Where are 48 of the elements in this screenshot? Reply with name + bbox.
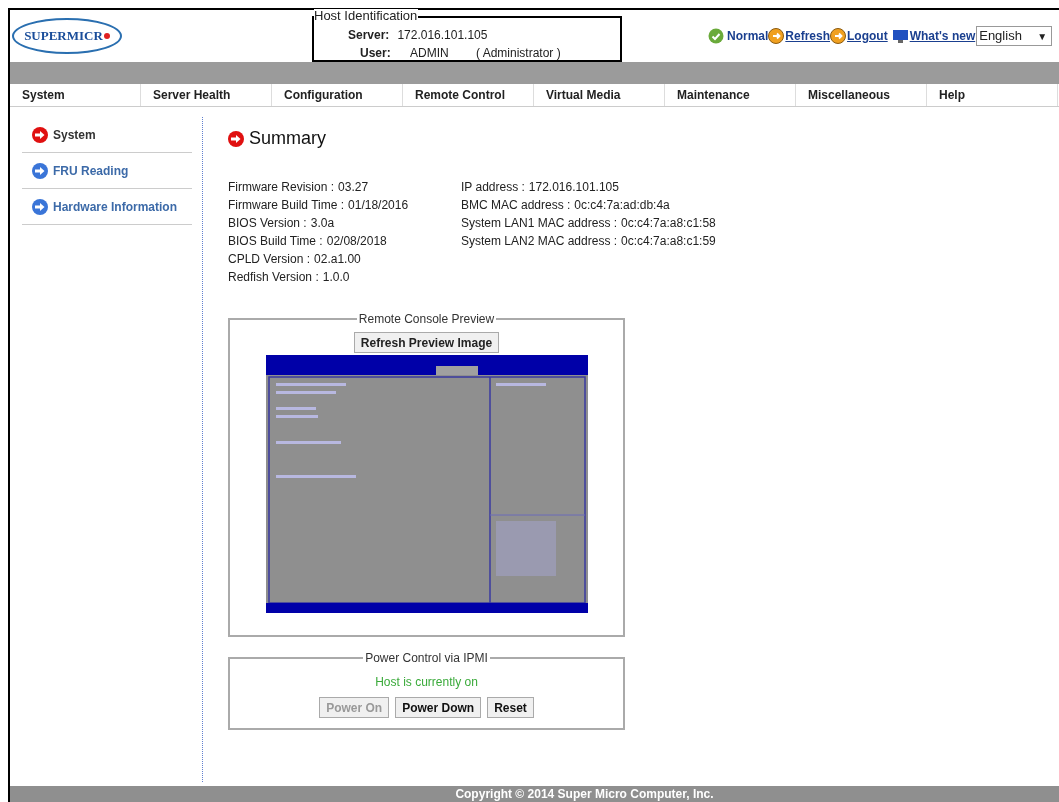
header-link[interactable]: Refresh [785,27,831,45]
info-label: BIOS Build Time : [228,233,323,250]
field-label: User: [360,45,392,62]
status-text: Normal [727,28,769,45]
host-status: Host is currently on [375,674,478,691]
logout-icon [830,28,847,44]
field-label: Server: [348,27,390,44]
power-button[interactable]: Power Down [395,697,482,718]
monitor-icon [891,28,909,44]
info-value: 172.016.101.105 [528,179,619,196]
info-value: 0c:c4:7a:a8:c1:59 [621,233,716,250]
page-title: Summary [249,127,326,150]
info-label: CPLD Version : [228,251,311,268]
refresh-preview-button[interactable]: Refresh Preview Image [353,332,500,353]
info-value: 01/18/2016 [348,197,409,214]
field-value: ( Administrator ) [476,45,561,62]
info-value: 03.27 [338,179,369,196]
info-label: Redfish Version : [228,269,319,286]
info-label: Firmware Build Time : [228,197,345,214]
header-link[interactable]: What's new [909,27,976,45]
panel-legend: Remote Console Preview [356,310,497,328]
info-label: Firmware Revision : [228,179,335,196]
info-label: IP address : [461,179,525,196]
info-value: 0c:c4:7a:ad:db:4a [574,197,670,214]
info-value: 1.0.0 [322,269,350,286]
power-button[interactable]: Reset [487,697,534,718]
sidebar-item[interactable]: System [22,117,192,153]
info-label: System LAN1 MAC address : [461,215,618,232]
info-value: 02/08/2018 [326,233,387,250]
info-label: BIOS Version : [228,215,307,232]
info-label: System LAN2 MAC address : [461,233,618,250]
panel-legend: Host Identification [314,9,419,23]
sidebar-item[interactable]: FRU Reading [22,153,192,189]
field-value: 172.016.101.105 [397,27,488,44]
info-value: 3.0a [310,215,335,232]
sidebar-item[interactable]: Hardware Information [22,189,192,225]
copyright-text: Copyright © 2014 Super Micro Computer, Inc. [454,786,714,802]
info-label: BMC MAC address : [461,197,571,214]
check-icon [708,28,724,44]
language-select[interactable]: English ▼ [976,26,1053,46]
info-value: 0c:c4:7a:a8:c1:58 [621,215,716,232]
info-value: 02.a1.00 [314,251,361,268]
header-link[interactable]: Logout [847,27,888,45]
refresh-icon [768,28,785,44]
logo: SUPERMICR [12,18,122,54]
field-value: ADMIN [410,45,450,62]
panel-legend: Power Control via IPMI [363,649,490,667]
dropdown-icon: ▼ [1037,28,1050,44]
